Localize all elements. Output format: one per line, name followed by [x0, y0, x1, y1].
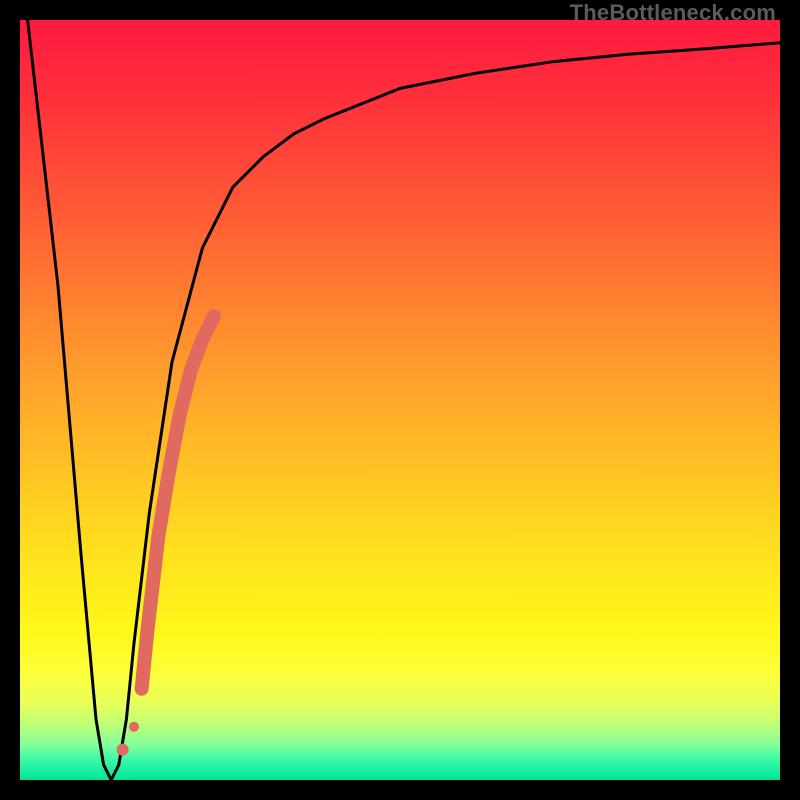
watermark-text: TheBottleneck.com [570, 0, 776, 26]
highlight-dot [129, 722, 139, 732]
outer-frame: TheBottleneck.com [0, 0, 800, 800]
highlight-dot [117, 744, 129, 756]
chart-overlay [20, 20, 780, 780]
highlight-thick-segment [142, 316, 214, 688]
highlight-markers [117, 316, 214, 755]
